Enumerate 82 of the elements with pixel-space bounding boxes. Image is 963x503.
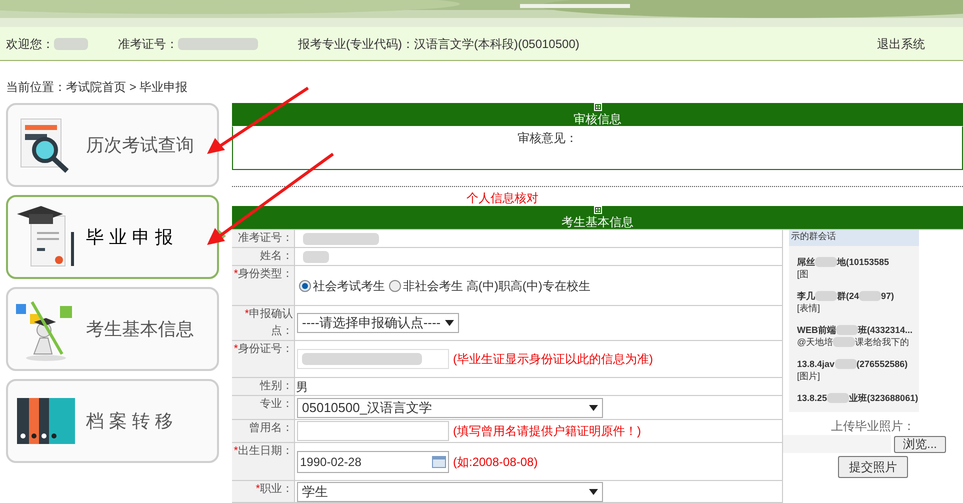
- section-note: 个人信息核对: [466, 190, 540, 206]
- chat-title: 地(10153585: [837, 256, 890, 268]
- chat-preview: [表情]: [797, 302, 820, 314]
- redacted-text: [834, 359, 857, 369]
- chat-title: 97): [881, 290, 894, 302]
- required-mark: *: [234, 343, 238, 355]
- section-title: 审核信息: [574, 113, 622, 125]
- field-label: 出生日期：: [238, 445, 293, 457]
- chat-preview: 课老给我下的: [855, 336, 910, 348]
- field-label: 性别：: [260, 380, 293, 392]
- chat-title: 13.8.25: [797, 392, 828, 404]
- chat-title: 13.8.4jav: [797, 358, 835, 370]
- redacted-text: [54, 38, 88, 50]
- hint-text: (毕业生证显示身份证以此的信息为准): [453, 351, 653, 368]
- exam-number-label: 准考证号：: [118, 36, 178, 52]
- redacted-text: [815, 257, 837, 267]
- sidebar-item[interactable]: 考生基本信息: [6, 287, 219, 371]
- calendar-icon[interactable]: [432, 456, 446, 468]
- caret-icon: [445, 320, 454, 326]
- browse-button[interactable]: 浏览...: [894, 436, 946, 452]
- radio-icon[interactable]: [299, 280, 311, 292]
- chat-preview: [图: [797, 268, 809, 280]
- field-label: 身份类型：: [238, 268, 293, 280]
- welcome-label: 欢迎您：: [6, 36, 54, 52]
- preview-header: 示的群会话: [789, 230, 919, 246]
- sidebar-label: 历次考试查询: [86, 134, 194, 156]
- field-label: 曾用名：: [249, 422, 293, 434]
- required-mark: *: [256, 483, 260, 495]
- binders-icon: [17, 398, 77, 444]
- redacted-text: [836, 325, 858, 335]
- field-label: 准考证号：: [238, 232, 293, 244]
- field-label: 姓名：: [260, 250, 293, 262]
- chat-title: 业班(323688061): [849, 392, 918, 404]
- chat-preview: [图片]: [797, 370, 820, 382]
- required-mark: *: [244, 308, 249, 320]
- hint-text: (填写曾用名请提供户籍证明原件！): [453, 423, 641, 440]
- hint-text: (如:2008-08-08): [453, 454, 538, 470]
- caret-icon: [589, 404, 598, 410]
- chat-title: WEB前端: [797, 324, 836, 336]
- chat-preview: @天地培: [797, 336, 834, 348]
- breadcrumb: 当前位置：考试院首页 > 毕业申报: [6, 79, 189, 96]
- select-field[interactable]: ----请选择申报确认点----: [297, 313, 459, 333]
- redacted-text: [815, 291, 837, 301]
- input-field[interactable]: [297, 349, 449, 369]
- redacted-text: [859, 291, 882, 301]
- sidebar-item[interactable]: 历次考试查询: [6, 103, 219, 187]
- section-title: 考生基本信息: [562, 216, 634, 228]
- field-label: 专业：: [260, 398, 293, 410]
- required-mark: *: [234, 268, 238, 280]
- field-label: 申报确认点：: [249, 308, 293, 337]
- select-field[interactable]: 学生: [297, 482, 603, 502]
- redacted-text: [827, 393, 850, 403]
- sidebar-label: 毕 业 申 报: [86, 226, 174, 248]
- radio-option[interactable]: 非社会考生 高(中)职高(中)专在校生: [389, 276, 590, 294]
- caret-icon: [589, 488, 598, 494]
- logout-link[interactable]: 退出系统: [877, 34, 925, 52]
- redacted-text: [833, 337, 856, 347]
- upload-label: 上传毕业照片：: [831, 418, 915, 435]
- sidebar-item[interactable]: 档 案 转 移: [6, 379, 219, 463]
- radio-icon[interactable]: [389, 280, 401, 292]
- expand-icon[interactable]: [594, 206, 602, 214]
- redacted-text: [303, 250, 329, 262]
- file-field[interactable]: [783, 435, 891, 453]
- select-field[interactable]: 05010500_汉语言文学: [297, 398, 603, 418]
- required-mark: *: [234, 445, 238, 457]
- submit-photo-button[interactable]: 提交照片: [838, 456, 908, 478]
- chat-title: 班(4332314...: [858, 324, 913, 336]
- expand-icon[interactable]: [594, 103, 602, 111]
- field-label: 身份证号：: [238, 343, 293, 355]
- chat-title: (276552586): [856, 358, 908, 370]
- chat-title: 屌丝: [797, 256, 815, 268]
- radio-option[interactable]: 社会考试考生: [299, 276, 385, 294]
- field-value: 男: [296, 378, 308, 396]
- input-field[interactable]: [297, 421, 449, 441]
- sidebar-label: 考生基本信息: [86, 318, 194, 340]
- review-opinion-label: 审核意见：: [518, 130, 578, 147]
- major-text: 报考专业(专业代码)：汉语言文学(本科段)(05010500): [298, 36, 580, 52]
- field-label: 职业：: [260, 483, 293, 495]
- sidebar-label: 档 案 转 移: [86, 410, 174, 432]
- chat-title: 群(24: [837, 290, 860, 302]
- date-field[interactable]: 1990-02-28: [297, 450, 449, 472]
- chat-title: 李几: [797, 290, 815, 302]
